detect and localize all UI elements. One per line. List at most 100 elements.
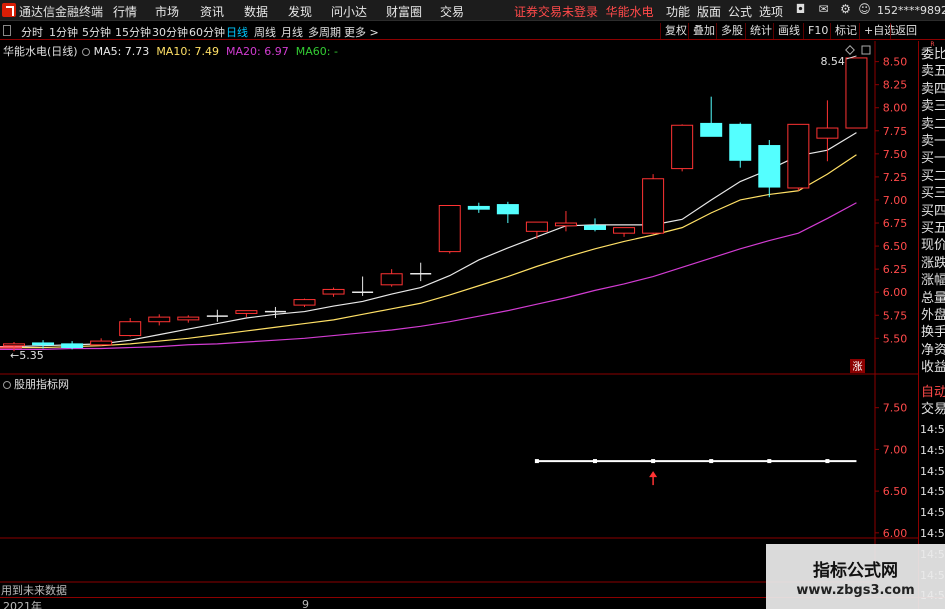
menu-caifuquan[interactable]: 财富圈 [386,3,422,20]
candle-body [467,205,490,210]
side-item-14: 总量 [921,290,945,306]
period-5min[interactable]: 5分钟 [82,24,111,40]
btn-huaxian[interactable]: 画线 [773,23,800,39]
btn-duogu[interactable]: 多股 [716,23,743,39]
candle-body [119,321,142,337]
candle-body [816,127,839,139]
period-60min[interactable]: 60分钟 [189,24,225,40]
btn-tongji[interactable]: 统计 [745,23,772,39]
ind-tick-label: 6.00 [883,527,908,540]
period-1min[interactable]: 1分钟 [49,24,78,40]
btn-diejia[interactable]: 叠加 [688,23,715,39]
ma10-line [0,154,857,349]
menu-hangqing[interactable]: 行情 [113,3,137,20]
warning-stock: 华能水电 [605,5,654,19]
candle-body [438,205,461,253]
btn-biaoji[interactable]: 标记 [830,23,857,39]
candle-body [496,204,519,215]
candle-body [3,343,25,347]
date-year: 2021年 [3,600,42,609]
ind-tick-label: 7.00 [883,443,908,456]
y-tick-label: 5.50 [883,332,908,345]
site-watermark: 指标公式网 www.zbgs3.com [766,544,945,609]
side-item-6: 买一 [921,151,945,167]
indicator-dot [593,459,597,464]
indicator-dot [651,459,656,464]
side-item-1: 卖五 [921,64,945,80]
candle-body [525,221,548,232]
y-tick-label: 8.00 [883,102,908,115]
menu-shuju[interactable]: 数据 [244,3,268,20]
candle-body [758,145,781,188]
user-icon[interactable]: ☺ [857,2,872,17]
side-lower-item-0[interactable]: 自动 [921,385,945,401]
y-tick-label: 8.50 [883,56,908,69]
side-item-0: 委比 [921,47,945,62]
period-more[interactable]: 更多 > [344,24,379,40]
side-item-7: 买二 [921,168,945,184]
candle-body [554,222,577,227]
indicator-label[interactable]: 股朋指标网 [3,376,69,392]
low-price-label: ←5.35 [10,349,44,362]
ma5-label: MA5: 7.73 [93,45,150,58]
period-15min[interactable]: 15分钟 [115,24,151,40]
candle-body [729,123,752,161]
btn-f10[interactable]: F10 [803,23,828,39]
period-fenshi[interactable]: 分时 [21,24,43,40]
y-tick-label: 6.00 [883,286,908,299]
menu-zixun[interactable]: 资讯 [200,3,224,20]
settings-icon[interactable]: ⚙ [838,2,853,17]
btn-fuquan[interactable]: 复权 [660,23,687,39]
watermark-line1: 指标公式网 [813,561,898,581]
trade-time-5: 14:56 [920,527,945,540]
candle-body [293,299,316,306]
future-data-note: 用到未来数据 [1,584,67,597]
menu-jiaoyi[interactable]: 交易 [440,3,464,20]
buy-arrow-icon [649,471,658,478]
candle-body [671,124,694,170]
period-weekly[interactable]: 周线 [254,24,276,40]
menu-gongneng[interactable]: 功能 [666,3,690,20]
side-item-17: 净资 [921,342,945,358]
y-tick-label: 8.25 [883,79,908,92]
box-icon [861,45,871,55]
indicator-dot-icon[interactable] [3,381,11,389]
side-item-16: 换手 [921,325,945,341]
ind-tick-label: 7.50 [883,402,908,415]
side-item-4: 卖二 [921,116,945,132]
side-item-8: 买三 [921,186,945,202]
indicator-dot [709,459,714,464]
period-monthly[interactable]: 月线 [281,24,303,40]
menu-banmian[interactable]: 版面 [697,3,721,20]
chevron-right-icon: > [369,26,379,39]
period-daily[interactable]: 日线 [226,24,248,40]
menu-gongshi[interactable]: 公式 [728,3,752,20]
menu-xuanxiang[interactable]: 选项 [759,3,783,20]
side-lower-item-1[interactable]: 交易 [921,402,945,418]
mail-icon[interactable]: ✉ [816,2,831,17]
user-account[interactable]: 152****9892 [877,4,945,17]
trade-time-1: 14:56 [920,443,945,457]
period-30min[interactable]: 30分钟 [152,24,188,40]
y-tick-label: 6.25 [883,263,908,276]
skin-icon[interactable]: ◘ [793,2,808,17]
side-item-2: 卖四 [921,81,945,97]
candle-body [322,288,345,295]
toolbar-handle-icon[interactable] [3,25,11,36]
side-item-13: 涨幅 [921,273,945,289]
app-logo-icon [2,3,16,17]
candle-body [61,343,84,349]
period-multi[interactable]: 多周期 [308,24,341,40]
settings-dot-icon[interactable] [81,48,90,56]
period-toolbar: 分时 1分钟 5分钟 15分钟 30分钟 60分钟 日线 周线 月线 多周期 更… [0,22,945,40]
menu-shichang[interactable]: 市场 [155,3,179,20]
candle-body [613,227,636,234]
kline-chart[interactable]: 8.50 8.25 8.00 7.75 7.50 7.25 7.00 6.75 6.50 6.25… [0,41,918,609]
high-price-label: 8.54 [820,55,845,68]
trade-login-warning[interactable]: 证券交易未登录 华能水电 [514,3,654,20]
btn-back[interactable]: 返回 [890,23,917,39]
watermark-line2: www.zbgs3.com [796,583,915,598]
menu-wenxiaoda[interactable]: 问小达 [331,3,367,20]
menu-faxian[interactable]: 发现 [288,3,312,20]
trade-time-2: 14:56 [920,464,945,478]
